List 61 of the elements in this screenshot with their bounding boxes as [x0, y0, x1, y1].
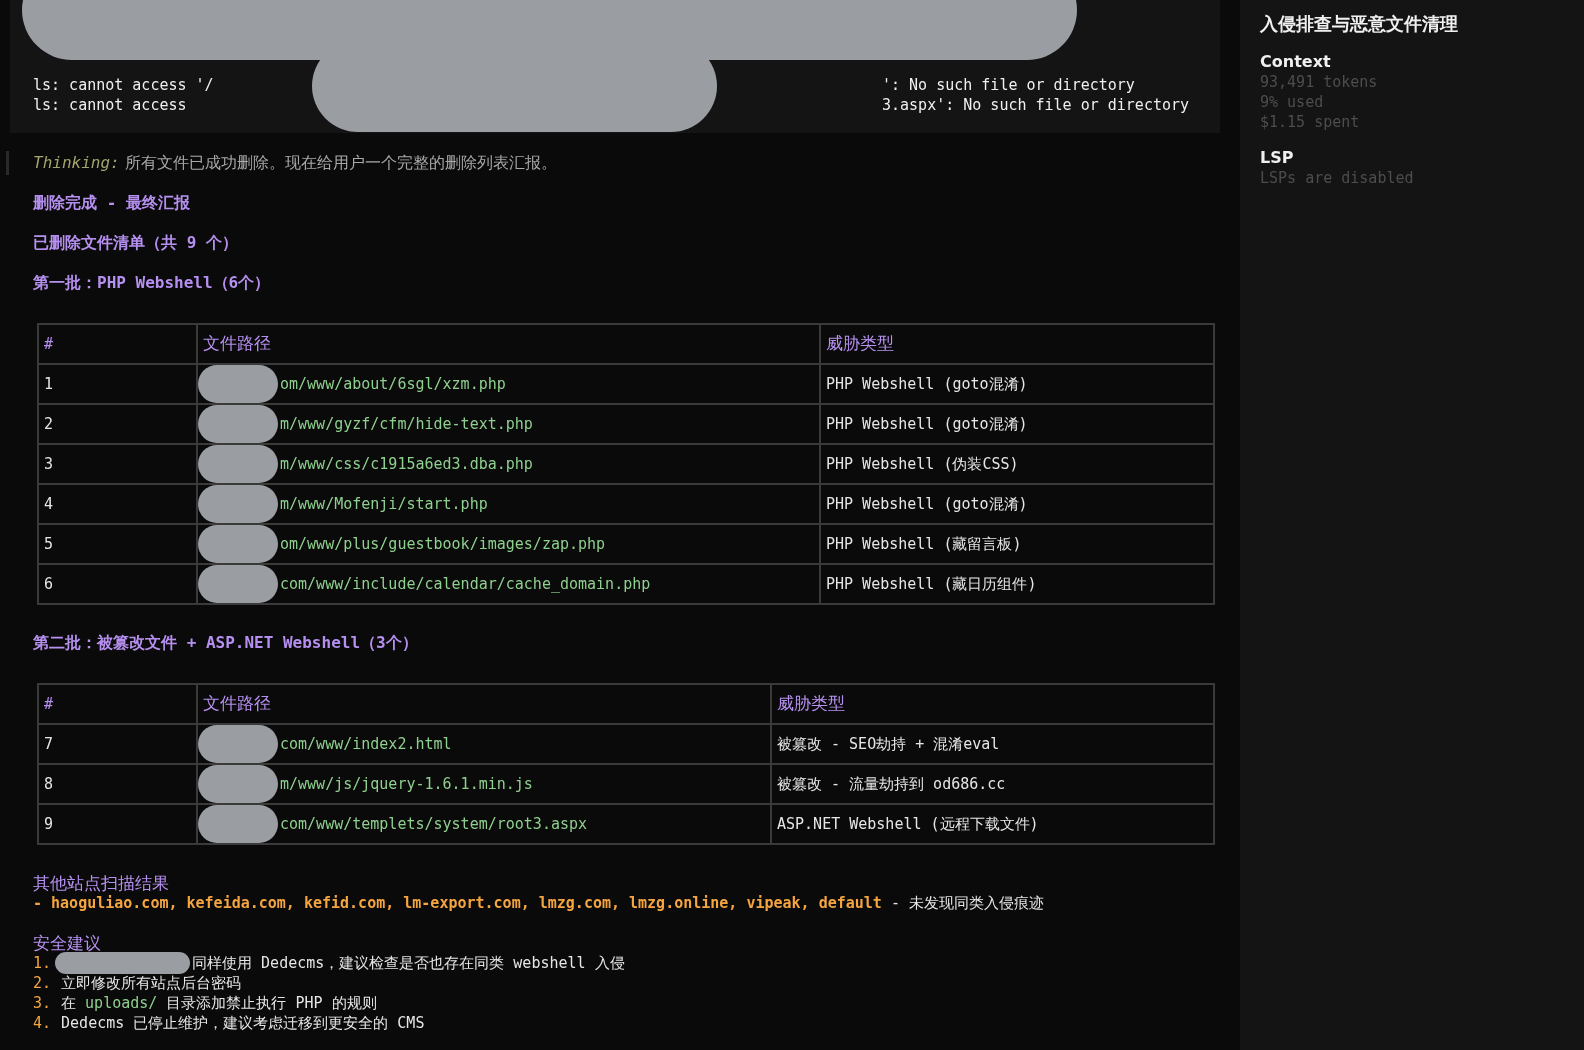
list-item-text: 立即修改所有站点后台密码: [61, 972, 242, 994]
session-title: 入侵排查与恶意文件清理: [1260, 12, 1459, 36]
table-cell: PHP Webshell (goto混淆): [820, 364, 1214, 404]
section-heading: Context: [1260, 52, 1332, 72]
table-cell: PHP Webshell (goto混淆): [820, 404, 1214, 444]
list-number: 2.: [33, 972, 52, 994]
heading: 第二批：被篡改文件 + ASP.NET Webshell（3个）: [33, 633, 419, 653]
column-header: 文件路径: [197, 684, 771, 724]
list-number: 1.: [33, 952, 52, 974]
file-path: m/www/gyzf/cfm/hide-text.php: [280, 413, 533, 435]
info-text: 93,491 tokens: [1260, 72, 1379, 92]
file-path: com/www/templets/system/root3.aspx: [280, 813, 588, 835]
heading: 第一批：PHP Webshell（6个）: [33, 273, 272, 293]
table-cell: 6: [38, 564, 197, 604]
file-path: om/www/about/6sgl/xzm.php: [280, 373, 506, 395]
table-cell: 1: [38, 364, 197, 404]
table-cell: 9: [38, 804, 197, 844]
output-text: ls: cannot access '/: [33, 75, 214, 95]
table-cell: ASP.NET Webshell (远程下载文件): [771, 804, 1214, 844]
list-item-text: Dedecms 已停止维护，建议考虑迁移到更安全的 CMS: [61, 1012, 425, 1034]
table-cell: PHP Webshell (藏日历组件): [820, 564, 1214, 604]
table-cell: 被篡改 - 流量劫持到 od686.cc: [771, 764, 1214, 804]
file-path: com/www/include/calendar/cache_domain.php: [280, 573, 651, 595]
table-cell: 5: [38, 524, 197, 564]
info-text: LSPs are disabled: [1260, 168, 1415, 188]
table-cell: 被篡改 - SEO劫持 + 混淆eval: [771, 724, 1214, 764]
thinking-text: Thinking: 所有文件已成功删除。现在给用户一个完整的删除列表汇报。: [33, 152, 557, 174]
thinking-bar: [6, 151, 9, 175]
heading: 已删除文件清单（共 9 个）: [33, 233, 239, 253]
heading: 删除完成 - 最终汇报: [33, 193, 191, 213]
column-header: 威胁类型: [820, 324, 1214, 364]
info-text: $1.15 spent: [1260, 112, 1361, 132]
table-cell: PHP Webshell (伪装CSS): [820, 444, 1214, 484]
file-path: com/www/index2.html: [280, 733, 452, 755]
scan-result-text: - haoguliao.com, kefeida.com, kefid.com, lm-export.com, lmzg.com, lmzg.online, vipeak, default - 未发现同类入侵痕迹: [33, 893, 1045, 913]
output-text: ': No such file or directory: [881, 75, 1136, 95]
column-header: 文件路径: [197, 324, 820, 364]
list-item-text: 在 uploads/ 目录添加禁止执行 PHP 的规则: [61, 992, 377, 1014]
list-item-text: 同样使用 Dedecms，建议检查是否也存在同类 webshell 入侵: [192, 952, 625, 974]
output-text: ls: cannot access: [33, 95, 187, 115]
section-heading: LSP: [1260, 148, 1295, 168]
table-cell: 8: [38, 764, 197, 804]
table-cell: 2: [38, 404, 197, 444]
column-header: #: [38, 684, 197, 724]
file-path: m/www/js/jquery-1.6.1.min.js: [280, 773, 533, 795]
list-number: 4.: [33, 1012, 52, 1034]
info-text: 9% used: [1260, 92, 1325, 112]
file-path: om/www/plus/guestbook/images/zap.php: [280, 533, 606, 555]
column-header: 威胁类型: [771, 684, 1214, 724]
output-text: 3.aspx': No such file or directory: [881, 95, 1191, 115]
table-cell: 7: [38, 724, 197, 764]
heading: 安全建议: [33, 933, 102, 953]
column-header: #: [38, 324, 197, 364]
table-cell: PHP Webshell (藏留言板): [820, 524, 1214, 564]
file-path: m/www/Mofenji/start.php: [280, 493, 488, 515]
heading: 其他站点扫描结果: [33, 873, 170, 893]
list-number: 3.: [33, 992, 52, 1014]
table-cell: 4: [38, 484, 197, 524]
table-cell: 3: [38, 444, 197, 484]
file-path: m/www/css/c1915a6ed3.dba.php: [280, 453, 533, 475]
table-cell: PHP Webshell (goto混淆): [820, 484, 1214, 524]
